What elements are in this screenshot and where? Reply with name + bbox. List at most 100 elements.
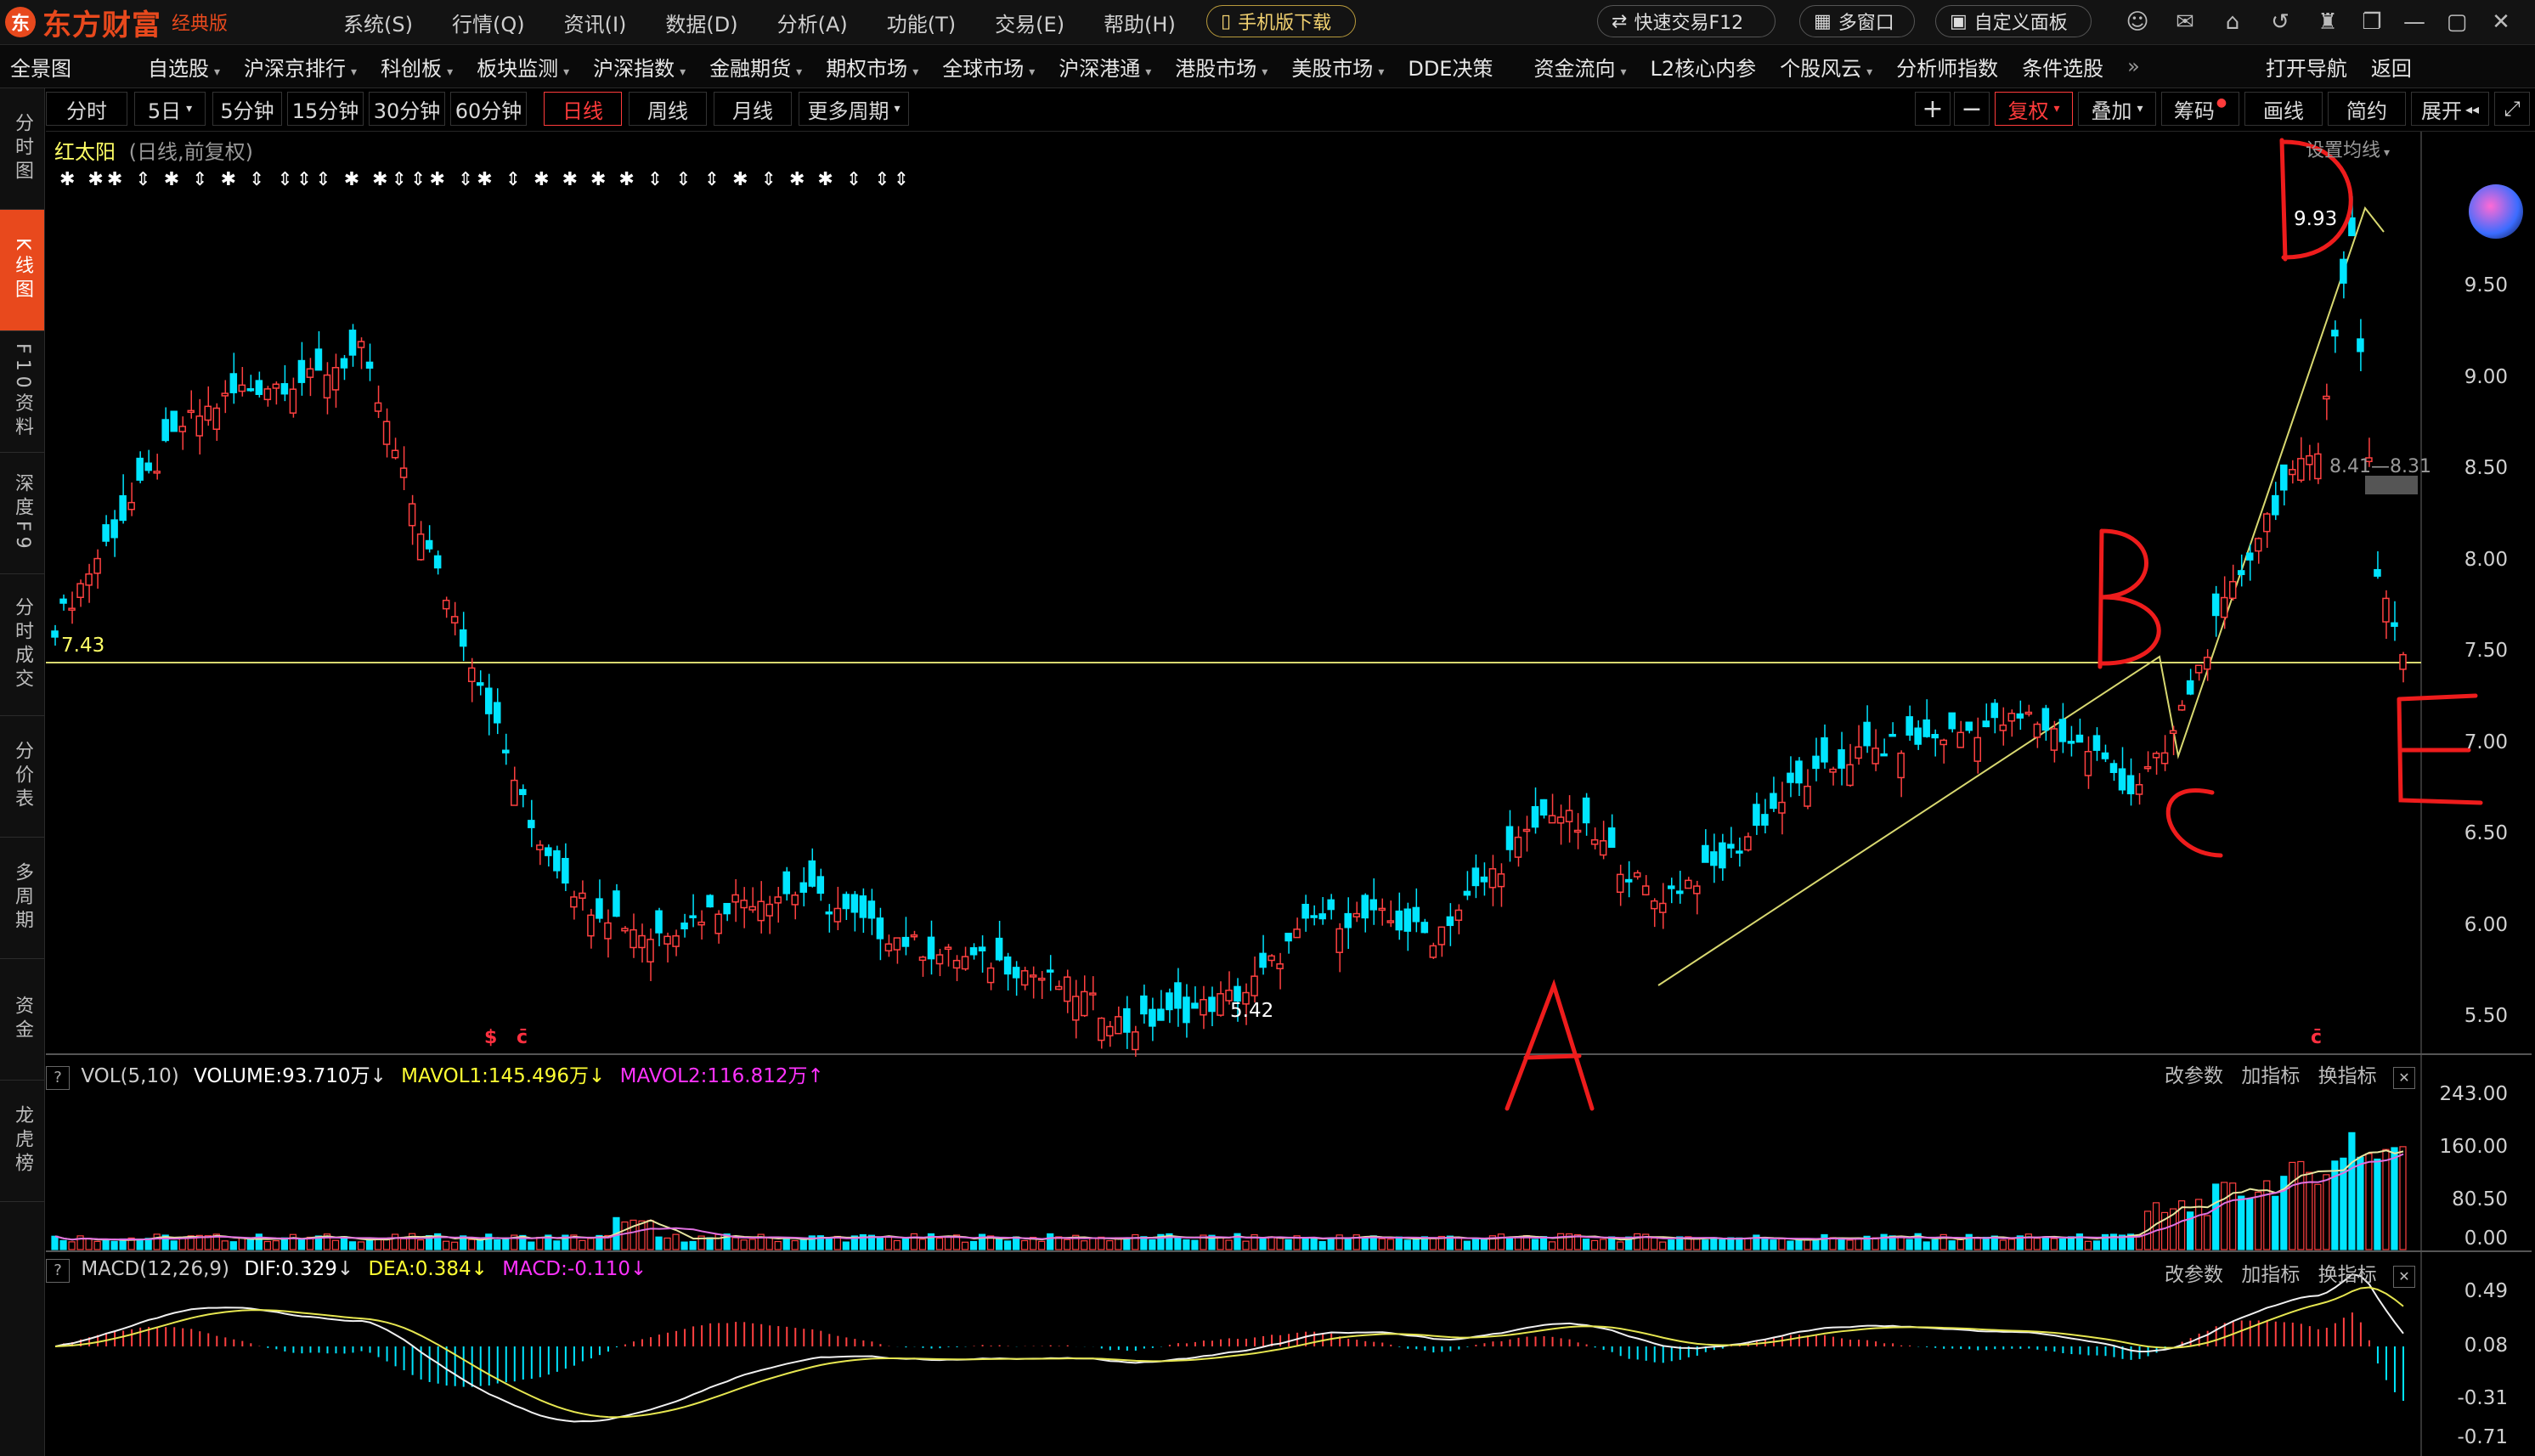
macd-edit-params-button[interactable]: 改参数 xyxy=(2165,1264,2223,1286)
candle-body xyxy=(714,913,722,934)
nav-item-panorama[interactable]: 全景图 xyxy=(0,52,71,82)
chips-button[interactable]: 筹码 ● xyxy=(2161,92,2239,126)
drawn-trend-lines[interactable] xyxy=(1657,206,2385,986)
candle-body xyxy=(1727,844,1735,849)
nav-item-dde[interactable]: DDE决策 xyxy=(1397,52,1493,82)
dividend-marker-icon[interactable]: $ xyxy=(484,1027,497,1048)
user-icon[interactable]: ☺ xyxy=(2124,8,2151,36)
nav-item-l2[interactable]: L2核心内参 xyxy=(1640,52,1757,82)
nav-item-index[interactable]: 沪深指数 ▾ xyxy=(583,52,686,82)
ma-setting-button[interactable]: 设置均线 ▾ xyxy=(2306,135,2390,162)
period-more[interactable]: 更多周期 ▾ xyxy=(799,92,909,126)
close-pane-icon[interactable]: ✕ xyxy=(2392,1266,2415,1288)
menu-news[interactable]: 资讯(I) xyxy=(564,8,627,37)
open-nav-button[interactable]: 打开导航 xyxy=(2256,52,2347,82)
volume-bar xyxy=(2135,1234,2143,1250)
draw-line-button[interactable]: 画线 xyxy=(2244,92,2323,126)
market-nav-bar: 全景图 自选股 ▾ 沪深京排行 ▾ 科创板 ▾ 板块监测 ▾ 沪深指数 ▾ 金融期货 ▾ 期… xyxy=(0,45,2535,88)
period-15min[interactable]: 15分钟 xyxy=(287,92,364,126)
mail-icon[interactable]: ✉ xyxy=(2171,8,2199,36)
sidebar-item-intraday[interactable]: 分时图 xyxy=(0,88,44,210)
volume-bar xyxy=(1922,1241,1930,1250)
minimize-icon[interactable]: — xyxy=(2401,8,2428,36)
sidebar-item-kline[interactable]: K线图 xyxy=(0,210,44,331)
period-60min[interactable]: 60分钟 xyxy=(450,92,527,126)
vol-switch-indicator-button[interactable]: 换指标 xyxy=(2318,1065,2377,1087)
candle-body xyxy=(1667,885,1675,889)
menu-function[interactable]: 功能(T) xyxy=(887,8,956,37)
help-icon[interactable]: ? xyxy=(46,1066,70,1090)
menu-data[interactable]: 数据(D) xyxy=(665,8,737,37)
chevron-down-icon: ▾ xyxy=(563,65,570,79)
multi-window-button[interactable]: ▦ 多窗口 xyxy=(1799,5,1915,37)
home-icon[interactable]: ⌂ xyxy=(2219,8,2246,36)
overlay-dropdown[interactable]: 叠加 ▾ xyxy=(2078,92,2156,126)
nav-item-global[interactable]: 全球市场 ▾ xyxy=(932,52,1035,82)
event-marker-icon[interactable]: c̄ xyxy=(2311,1027,2322,1048)
event-marker-icon[interactable]: c̄ xyxy=(517,1027,528,1048)
menu-quote[interactable]: 行情(Q) xyxy=(452,8,525,37)
nav-item-us[interactable]: 美股市场 ▾ xyxy=(1281,52,1384,82)
sidebar-item-multi-period[interactable]: 多周期 xyxy=(0,838,44,959)
simple-mode-button[interactable]: 简约 xyxy=(2328,92,2406,126)
vol-indicator-name[interactable]: VOL(5,10) xyxy=(81,1065,178,1087)
volume-bar xyxy=(1838,1239,1845,1250)
sidebar-item-f10[interactable]: F10资料 xyxy=(0,331,44,453)
nav-item-futures[interactable]: 金融期货 ▾ xyxy=(699,52,802,82)
nav-item-screener[interactable]: 条件选股 xyxy=(2012,52,2103,82)
fullscreen-icon[interactable]: ⤢ xyxy=(2494,92,2530,126)
custom-panel-button[interactable]: ▣ 自定义面板 xyxy=(1935,5,2092,37)
skin-icon[interactable]: ♜ xyxy=(2314,8,2341,36)
macd-indicator-name[interactable]: MACD(12,26,9) xyxy=(81,1258,229,1280)
nav-item-star-market[interactable]: 科创板 ▾ xyxy=(370,52,453,82)
nav-item-sector-monitor[interactable]: 板块监测 ▾ xyxy=(466,52,569,82)
sidebar-item-price-table[interactable]: 分价表 xyxy=(0,716,44,838)
close-icon[interactable]: ✕ xyxy=(2487,8,2515,36)
nav-item-options[interactable]: 期权市场 ▾ xyxy=(816,52,918,82)
macd-switch-indicator-button[interactable]: 换指标 xyxy=(2318,1264,2377,1286)
menu-trade[interactable]: 交易(E) xyxy=(995,8,1064,37)
macd-add-indicator-button[interactable]: 加指标 xyxy=(2241,1264,2300,1286)
refresh-icon[interactable]: ↺ xyxy=(2267,8,2294,36)
period-5min[interactable]: 5分钟 xyxy=(212,92,282,126)
quick-trade-button[interactable]: ⇄ 快速交易F12 xyxy=(1597,5,1776,37)
restore-icon[interactable]: ❐ xyxy=(2358,8,2385,36)
sidebar-item-fund[interactable]: 资金 xyxy=(0,959,44,1081)
period-intraday[interactable]: 分时 xyxy=(46,92,127,126)
menu-help[interactable]: 帮助(H) xyxy=(1104,8,1176,37)
back-button[interactable]: 返回 xyxy=(2361,52,2412,82)
expand-button[interactable]: 展开 ◂◂ xyxy=(2411,92,2489,126)
nav-item-stock-trend[interactable]: 个股风云 ▾ xyxy=(1770,52,1872,82)
nav-item-watchlist[interactable]: 自选股 ▾ xyxy=(138,52,220,82)
close-pane-icon[interactable]: ✕ xyxy=(2392,1067,2415,1089)
sidebar-item-dragon-tiger[interactable]: 龙虎榜 xyxy=(0,1081,44,1202)
zoom-in-button[interactable]: + xyxy=(1915,92,1951,126)
vol-edit-params-button[interactable]: 改参数 xyxy=(2165,1065,2223,1087)
sidebar-item-depth[interactable]: 深度F9 xyxy=(0,453,44,574)
nav-more-icon[interactable]: » xyxy=(2117,54,2140,78)
nav-item-analyst[interactable]: 分析师指数 xyxy=(1886,52,1998,82)
sidebar-item-tick[interactable]: 分时成交 xyxy=(0,574,44,716)
nav-item-fund-flow[interactable]: 资金流向 ▾ xyxy=(1523,52,1626,82)
period-weekly[interactable]: 周线 xyxy=(629,92,707,126)
candle-body xyxy=(2118,768,2126,791)
zoom-out-button[interactable]: − xyxy=(1954,92,1990,126)
menu-system[interactable]: 系统(S) xyxy=(343,8,413,37)
period-5day[interactable]: 5日 ▾ xyxy=(134,92,206,126)
y-tick: 5.50 xyxy=(2464,1005,2508,1027)
fuquan-dropdown[interactable]: 复权 ▾ xyxy=(1995,92,2073,126)
chevron-down-icon: ▾ xyxy=(2137,102,2143,116)
nav-item-ranking[interactable]: 沪深京排行 ▾ xyxy=(234,52,357,82)
mobile-download-button[interactable]: ▯ 手机版下载 xyxy=(1206,5,1356,37)
maximize-icon[interactable]: ▢ xyxy=(2443,8,2470,36)
help-icon[interactable]: ? xyxy=(46,1259,70,1283)
nav-item-connect[interactable]: 沪深港通 ▾ xyxy=(1048,52,1151,82)
menu-analysis[interactable]: 分析(A) xyxy=(777,8,848,37)
nav-item-hk[interactable]: 港股市场 ▾ xyxy=(1165,52,1268,82)
period-30min[interactable]: 30分钟 xyxy=(369,92,445,126)
period-daily[interactable]: 日线 xyxy=(544,92,622,126)
vol-add-indicator-button[interactable]: 加指标 xyxy=(2241,1065,2300,1087)
candle-body xyxy=(314,348,323,371)
assistant-bubble-icon[interactable] xyxy=(2469,184,2523,239)
period-monthly[interactable]: 月线 xyxy=(714,92,792,126)
